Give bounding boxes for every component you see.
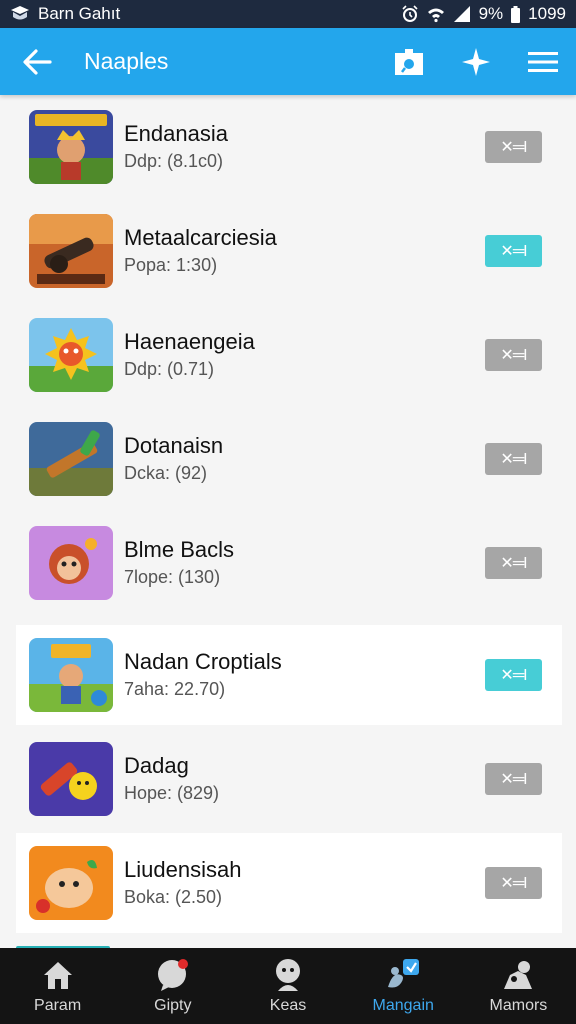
nav-label: Mangain: [372, 997, 434, 1014]
nav-label: Gipty: [154, 997, 192, 1014]
list-item[interactable]: Nadan Croptials 7aha: 22.70) ✕═I: [16, 625, 562, 725]
arrow-left-icon: [23, 48, 52, 75]
nav-item-param[interactable]: Param: [0, 948, 115, 1024]
toggle-button[interactable]: ✕═I: [485, 547, 542, 579]
hamburger-menu-icon: [527, 51, 558, 72]
item-meta: 7aha: 22.70): [124, 679, 226, 699]
map-icon: [394, 48, 423, 75]
signal-icon: [453, 6, 470, 22]
game-list: Endanasia Ddp: (8.1c0) ✕═I Metaalcarcies…: [16, 95, 562, 948]
home-icon: [43, 962, 72, 989]
list-item[interactable]: Blme Bacls 7lope: (130) ✕═I: [16, 513, 562, 613]
item-name: Nadan Croptials: [124, 649, 282, 674]
monkey-game-icon: [29, 526, 113, 600]
item-meta: Ddp: (0.71): [124, 359, 215, 379]
manage-icon: [388, 959, 420, 988]
list-item[interactable]: Dotanaisn Dcka: (92) ✕═I: [16, 409, 562, 509]
list-item[interactable]: Dadag Hope: (829) ✕═I: [16, 729, 562, 829]
toggle-button[interactable]: ✕═I: [485, 659, 542, 691]
group-icon: [504, 961, 533, 989]
frog-game-icon: [29, 846, 113, 920]
list-item[interactable]: Liudensisah Boka: (2.50) ✕═I: [16, 833, 562, 933]
nav-item-gipty[interactable]: Gipty: [115, 948, 230, 1024]
nav-label: Param: [34, 997, 82, 1014]
app-bar: Naaples: [0, 28, 576, 95]
item-name: Blme Bacls: [124, 537, 235, 562]
back-button[interactable]: [0, 28, 74, 95]
toggle-button[interactable]: ✕═I: [485, 235, 542, 267]
toggle-button[interactable]: ✕═I: [485, 131, 542, 163]
battery-icon: [511, 5, 521, 23]
nav-item-mangain[interactable]: Mangain: [346, 948, 461, 1024]
item-meta: Hope: (829): [124, 783, 220, 803]
nav-label: Keas: [269, 997, 307, 1014]
item-name: Endanasia: [124, 121, 228, 146]
status-bar: Barn Gahıt 9% 1099: [0, 0, 576, 28]
page-title: Naaples: [84, 48, 169, 74]
alarm-icon: [402, 5, 418, 22]
toggle-button[interactable]: ✕═I: [485, 443, 542, 475]
item-meta: Popa: 1:30): [124, 255, 218, 275]
bottom-navigation: Param Gipty Keas Mangain Mamors: [0, 948, 576, 1024]
carrier-label: Barn Gahıt: [38, 4, 121, 23]
item-name: Metaalcarciesia: [124, 225, 277, 250]
toggle-button[interactable]: ✕═I: [485, 867, 542, 899]
item-name: Liudensisah: [124, 857, 242, 882]
character-icon: [276, 959, 300, 991]
item-name: Haenaengeia: [124, 329, 255, 354]
list-item[interactable]: Haenaengeia Ddp: (0.71) ✕═I: [16, 305, 562, 405]
menu-button[interactable]: [509, 28, 576, 95]
toggle-button[interactable]: ✕═I: [485, 763, 542, 795]
sun-monster-game-icon: [29, 318, 113, 392]
item-name: Dotanaisn: [124, 433, 224, 458]
star-button[interactable]: [442, 28, 509, 95]
item-meta: Dcka: (92): [124, 463, 208, 483]
clock: 1099: [528, 4, 566, 23]
nav-label: Mamors: [489, 997, 548, 1014]
item-name: Dadag: [124, 753, 189, 778]
warrior-game-icon: [29, 110, 113, 184]
toggle-button[interactable]: ✕═I: [485, 339, 542, 371]
cannon-game-icon: [29, 214, 113, 288]
sword-game-icon: [29, 422, 113, 496]
chick-game-icon: [29, 742, 113, 816]
map-button[interactable]: [375, 28, 442, 95]
item-meta: Boka: (2.50): [124, 887, 223, 907]
battery-percent: 9%: [478, 4, 504, 23]
list-item[interactable]: Metaalcarciesia Popa: 1:30) ✕═I: [16, 201, 562, 301]
item-meta: 7lope: (130): [124, 567, 221, 587]
app-logo-icon: [11, 6, 29, 20]
nav-item-keas[interactable]: Keas: [230, 948, 345, 1024]
nav-item-mamors[interactable]: Mamors: [461, 948, 576, 1024]
list-item[interactable]: Endanasia Ddp: (8.1c0) ✕═I: [16, 97, 562, 197]
sparkle-icon: [461, 47, 490, 76]
chat-icon: [157, 959, 188, 991]
wifi-icon: [427, 8, 444, 23]
item-meta: Ddp: (8.1c0): [124, 151, 224, 171]
hero-game-icon: [29, 638, 113, 712]
